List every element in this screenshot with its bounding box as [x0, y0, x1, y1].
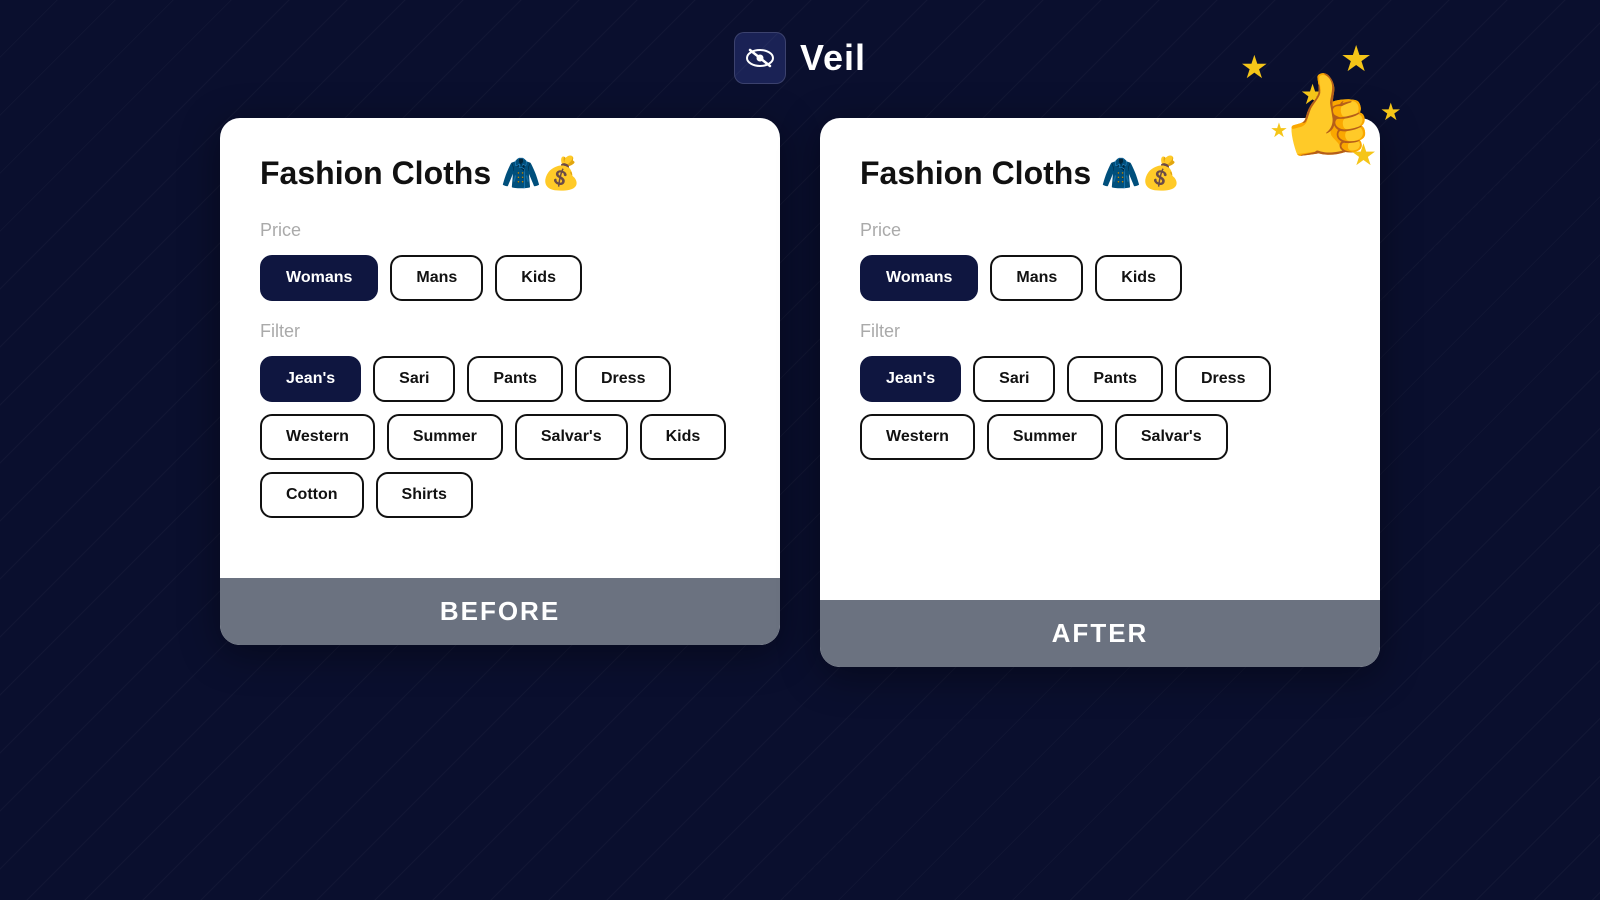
- before-price-btn-mans[interactable]: Mans: [390, 255, 483, 301]
- before-filter-kids[interactable]: Kids: [640, 414, 727, 460]
- logo-box: [734, 32, 786, 84]
- after-footer-label: AFTER: [1052, 618, 1149, 648]
- spacer: [860, 480, 1340, 560]
- before-card-body: Fashion Cloths 🧥💰 Price Womans Mans Kids…: [220, 118, 780, 578]
- eye-slash-icon: [745, 43, 775, 73]
- before-filter-sari[interactable]: Sari: [373, 356, 455, 402]
- after-price-btn-kids[interactable]: Kids: [1095, 255, 1182, 301]
- before-filter-salvars[interactable]: Salvar's: [515, 414, 628, 460]
- header: Veil: [0, 0, 1600, 108]
- before-card-title: Fashion Cloths 🧥💰: [260, 154, 740, 192]
- before-card-footer: BEFORE: [220, 578, 780, 645]
- after-filter-salvars[interactable]: Salvar's: [1115, 414, 1228, 460]
- after-price-btn-mans[interactable]: Mans: [990, 255, 1083, 301]
- before-title-text: Fashion Cloths: [260, 155, 491, 192]
- before-footer-label: BEFORE: [440, 596, 560, 626]
- before-title-emoji: 🧥💰: [501, 154, 581, 192]
- after-card: Fashion Cloths 🧥💰 Price Womans Mans Kids…: [820, 118, 1380, 667]
- before-filter-summer[interactable]: Summer: [387, 414, 503, 460]
- after-card-title: Fashion Cloths 🧥💰: [860, 154, 1340, 192]
- before-filter-cotton[interactable]: Cotton: [260, 472, 364, 518]
- before-price-btn-kids[interactable]: Kids: [495, 255, 582, 301]
- before-filter-dress[interactable]: Dress: [575, 356, 671, 402]
- after-filter-summer[interactable]: Summer: [987, 414, 1103, 460]
- before-filter-label: Filter: [260, 321, 740, 342]
- before-filter-buttons: Jean's Sari Pants Dress Western Summer S…: [260, 356, 740, 518]
- after-price-btn-womans[interactable]: Womans: [860, 255, 978, 301]
- before-price-label: Price: [260, 220, 740, 241]
- after-filter-western[interactable]: Western: [860, 414, 975, 460]
- after-filter-label: Filter: [860, 321, 1340, 342]
- after-filter-dress[interactable]: Dress: [1175, 356, 1271, 402]
- after-title-text: Fashion Cloths: [860, 155, 1091, 192]
- after-card-body: Fashion Cloths 🧥💰 Price Womans Mans Kids…: [820, 118, 1380, 600]
- before-price-btn-womans[interactable]: Womans: [260, 255, 378, 301]
- before-filter-western[interactable]: Western: [260, 414, 375, 460]
- before-filter-pants[interactable]: Pants: [467, 356, 563, 402]
- after-card-footer: AFTER: [820, 600, 1380, 667]
- after-filter-buttons: Jean's Sari Pants Dress Western Summer S…: [860, 356, 1340, 460]
- main-content: Fashion Cloths 🧥💰 Price Womans Mans Kids…: [0, 108, 1600, 677]
- after-title-emoji: 🧥💰: [1101, 154, 1181, 192]
- before-card: Fashion Cloths 🧥💰 Price Womans Mans Kids…: [220, 118, 780, 645]
- before-price-buttons: Womans Mans Kids: [260, 255, 740, 301]
- brand-name: Veil: [800, 37, 866, 79]
- after-price-buttons: Womans Mans Kids: [860, 255, 1340, 301]
- after-filter-jeans[interactable]: Jean's: [860, 356, 961, 402]
- before-filter-jeans[interactable]: Jean's: [260, 356, 361, 402]
- after-filter-pants[interactable]: Pants: [1067, 356, 1163, 402]
- after-price-label: Price: [860, 220, 1340, 241]
- before-filter-shirts[interactable]: Shirts: [376, 472, 473, 518]
- after-card-wrapper: ★ ★ ★ ★ ★ ★ 👍 Fashion Cloths 🧥💰 Price Wo…: [820, 118, 1380, 667]
- after-filter-sari[interactable]: Sari: [973, 356, 1055, 402]
